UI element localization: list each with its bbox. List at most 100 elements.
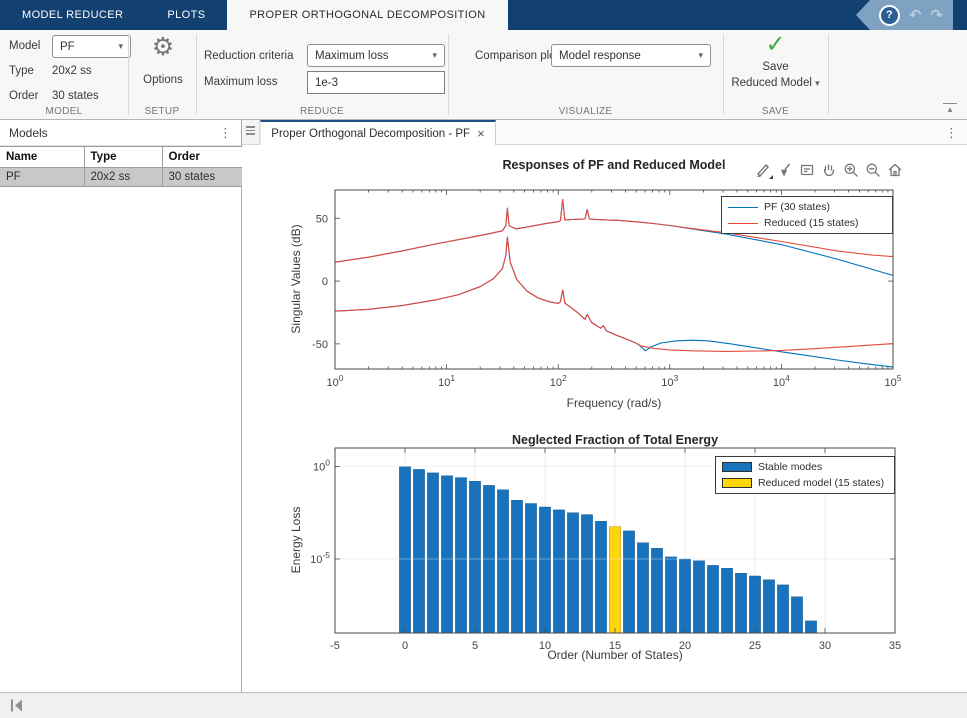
reduction-criteria-value: Maximum loss bbox=[315, 50, 388, 62]
model-order-cell: 30 states bbox=[162, 168, 242, 187]
tab-proper-orthogonal-decomposition[interactable]: PROPER ORTHOGONAL DECOMPOSITION bbox=[227, 0, 507, 30]
save-reduced-model-button[interactable]: Save bbox=[723, 61, 828, 73]
bar bbox=[581, 515, 592, 633]
tick-label: 100 bbox=[327, 373, 344, 389]
bar bbox=[427, 473, 438, 633]
bottom-chart-ylabel: Energy Loss bbox=[289, 507, 303, 574]
maximum-loss-input[interactable]: 1e-3 bbox=[307, 71, 445, 94]
top-chart-xlabel: Frequency (rad/s) bbox=[335, 396, 893, 410]
bottom-chart-title: Neglected Fraction of Total Energy bbox=[335, 433, 895, 447]
options-button[interactable]: Options bbox=[130, 74, 196, 86]
bar bbox=[623, 531, 634, 633]
bar bbox=[651, 548, 662, 633]
bar bbox=[413, 469, 424, 633]
series-reduced-sigma2 bbox=[335, 237, 893, 351]
collapse-left-panel-icon[interactable] bbox=[10, 699, 24, 712]
undo-icon[interactable]: ↶ bbox=[909, 8, 922, 23]
bar bbox=[679, 559, 690, 633]
type-field-value: 20x2 ss bbox=[52, 63, 92, 79]
tick-label: 104 bbox=[773, 373, 790, 389]
order-field-label: Order bbox=[9, 88, 38, 104]
bar bbox=[539, 507, 550, 633]
model-dropdown[interactable]: PF ▾ bbox=[52, 35, 131, 58]
tick-label: 101 bbox=[438, 373, 455, 389]
bar bbox=[595, 521, 606, 633]
ribbon: Model PF ▾ Type 20x2 ss Order 30 states … bbox=[0, 30, 967, 120]
models-panel-header: Models ⋮ bbox=[0, 120, 241, 146]
document-list-icon[interactable] bbox=[242, 120, 260, 144]
bar bbox=[721, 568, 732, 633]
close-icon[interactable]: × bbox=[477, 126, 485, 141]
model-dropdown-value: PF bbox=[60, 41, 75, 53]
bar bbox=[553, 510, 564, 633]
bar bbox=[749, 576, 760, 633]
legend-entry: Stable modes bbox=[722, 460, 888, 474]
column-header-order[interactable]: Order bbox=[162, 147, 242, 168]
reduction-criteria-label: Reduction criteria bbox=[204, 48, 293, 64]
export-dropdown-icon bbox=[769, 175, 773, 179]
model-reducer-app: MODEL REDUCER PLOTS PROPER ORTHOGONAL DE… bbox=[0, 0, 967, 718]
legend-entry: Reduced (15 states) bbox=[728, 216, 886, 230]
help-icon[interactable]: ? bbox=[879, 5, 900, 26]
comparison-plot-dropdown[interactable]: Model response ▾ bbox=[551, 44, 711, 67]
status-bar bbox=[0, 692, 967, 718]
legend-label: Stable modes bbox=[758, 461, 822, 473]
visualize-section-label: VISUALIZE bbox=[448, 106, 723, 117]
type-field-label: Type bbox=[9, 63, 34, 79]
maximum-loss-label: Maximum loss bbox=[204, 74, 277, 90]
tick-label: 105 bbox=[885, 373, 902, 389]
save-section-label: SAVE bbox=[723, 106, 828, 117]
quick-access-bar: ? ↶ ↷ bbox=[856, 0, 953, 30]
bar bbox=[777, 585, 788, 633]
redo-icon[interactable]: ↷ bbox=[930, 8, 943, 23]
save-reduced-model-label: Reduced Model bbox=[731, 77, 812, 89]
bottom-chart-xlabel: Order (Number of States) bbox=[335, 648, 895, 662]
top-chart-ylabel: Singular Values (dB) bbox=[289, 224, 303, 333]
bar bbox=[707, 565, 718, 633]
models-panel-menu-icon[interactable]: ⋮ bbox=[219, 126, 232, 139]
series-pf-sigma2 bbox=[335, 237, 893, 367]
tick-label: 100 bbox=[313, 458, 330, 474]
setup-section-label: SETUP bbox=[128, 106, 196, 117]
models-panel: Models ⋮ Name Type Order PF 20x2 ss 3 bbox=[0, 120, 242, 692]
bar bbox=[763, 580, 774, 633]
bar bbox=[469, 481, 480, 633]
legend-label: PF (30 states) bbox=[764, 201, 830, 213]
chevron-down-icon: ▾ bbox=[698, 50, 703, 61]
bar bbox=[567, 513, 578, 633]
models-table: Name Type Order PF 20x2 ss 30 states bbox=[0, 146, 243, 187]
reduced-line-swatch bbox=[728, 223, 758, 224]
tab-proper-orthogonal-decomposition-pf[interactable]: Proper Orthogonal Decomposition - PF × bbox=[260, 120, 496, 145]
table-row[interactable]: PF 20x2 ss 30 states bbox=[0, 168, 242, 187]
reduction-criteria-dropdown[interactable]: Maximum loss ▾ bbox=[307, 44, 445, 67]
column-header-type[interactable]: Type bbox=[84, 147, 162, 168]
bar bbox=[399, 467, 410, 634]
save-check-icon[interactable]: ✓ bbox=[723, 30, 828, 60]
gear-icon[interactable]: ⚙ bbox=[146, 32, 180, 62]
bar bbox=[735, 573, 746, 633]
chevron-down-icon: ▾ bbox=[815, 78, 820, 88]
column-header-name[interactable]: Name bbox=[0, 147, 84, 168]
tab-plots[interactable]: PLOTS bbox=[145, 0, 227, 30]
chevron-down-icon: ▾ bbox=[118, 41, 123, 52]
document-tab-bar: Proper Orthogonal Decomposition - PF × ⋮ bbox=[242, 120, 967, 145]
tab-model-reducer[interactable]: MODEL REDUCER bbox=[0, 0, 145, 30]
bottom-chart-legend[interactable]: Stable modes Reduced model (15 states) bbox=[715, 456, 895, 494]
bar-highlight bbox=[609, 527, 620, 633]
reduce-section-label: REDUCE bbox=[196, 106, 448, 117]
tick-label: 103 bbox=[661, 373, 678, 389]
collapse-ribbon-icon[interactable]: ▴ bbox=[943, 103, 957, 113]
bar bbox=[441, 476, 452, 633]
document-bar-menu-icon[interactable]: ⋮ bbox=[945, 126, 958, 139]
order-field-value: 30 states bbox=[52, 88, 99, 104]
save-reduced-model-button-line2[interactable]: Reduced Model ▾ bbox=[710, 77, 841, 89]
model-section-label: MODEL bbox=[0, 106, 128, 117]
top-chart-title: Responses of PF and Reduced Model bbox=[335, 158, 893, 172]
figure-area: 100101102103104105500-50-505101520253035… bbox=[242, 145, 967, 692]
bar bbox=[665, 557, 676, 633]
body-row: Models ⋮ Name Type Order PF 20x2 ss 3 bbox=[0, 120, 967, 692]
top-chart-legend[interactable]: PF (30 states) Reduced (15 states) bbox=[721, 196, 893, 234]
reduced-model-swatch bbox=[722, 478, 752, 488]
chevron-down-icon: ▾ bbox=[432, 50, 437, 61]
models-panel-title: Models bbox=[9, 126, 48, 140]
